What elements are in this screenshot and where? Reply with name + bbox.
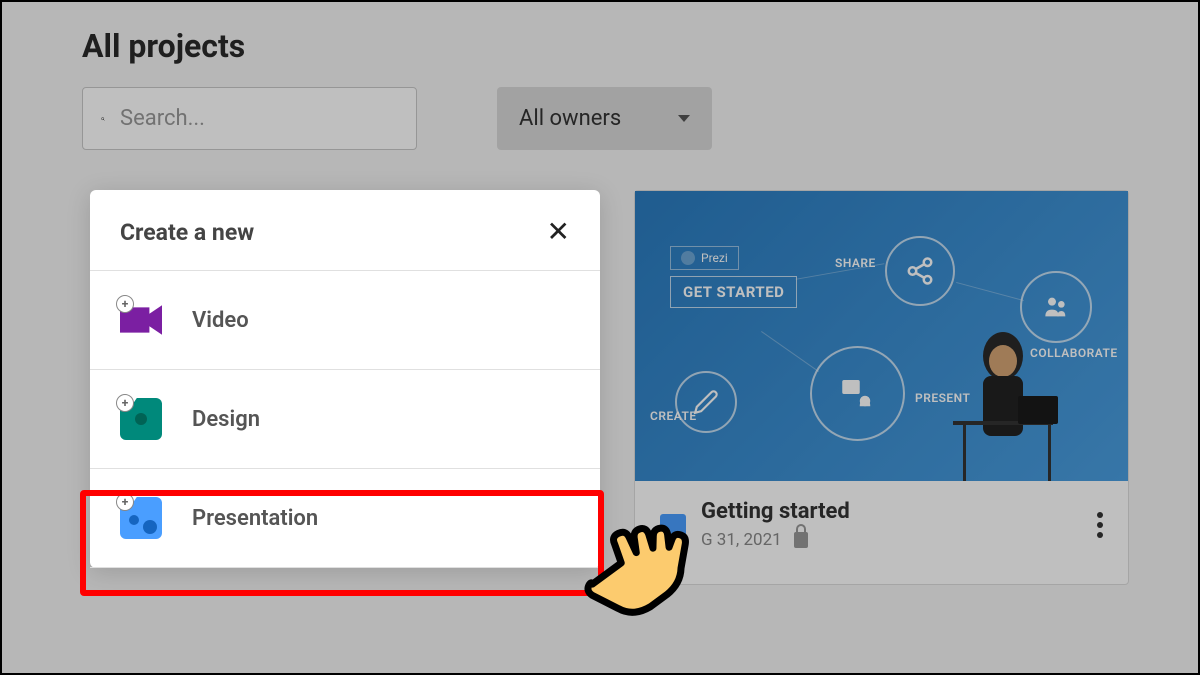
project-thumbnail: Prezi GET STARTED SHARE PRESENT COLLABOR… <box>635 191 1128 481</box>
presentation-file-icon <box>660 514 686 536</box>
presentation-icon: + <box>120 497 162 539</box>
present-circle-icon <box>810 346 905 441</box>
thumbnail-get-started: GET STARTED <box>670 276 797 308</box>
thumbnail-create-label: CREATE <box>650 409 697 423</box>
thumbnail-brand-badge: Prezi <box>670 246 739 270</box>
more-options-button[interactable] <box>1097 512 1103 538</box>
project-title: Getting started <box>701 499 1082 524</box>
modal-item-label: Design <box>192 407 260 432</box>
owners-filter-label: All owners <box>519 106 621 131</box>
modal-item-label: Video <box>192 308 249 333</box>
modal-title: Create a new <box>120 219 254 246</box>
project-card-footer: Getting started G 31, 2021 <box>635 481 1128 568</box>
plus-badge-icon: + <box>116 295 134 313</box>
create-presentation-option[interactable]: + Presentation <box>90 469 600 568</box>
create-circle-icon <box>675 371 737 433</box>
chevron-down-icon <box>678 115 690 122</box>
modal-item-label: Presentation <box>192 506 318 531</box>
plus-badge-icon: + <box>116 493 134 511</box>
close-button[interactable]: ✕ <box>547 218 570 246</box>
owners-filter-dropdown[interactable]: All owners <box>497 87 712 150</box>
project-card[interactable]: Prezi GET STARTED SHARE PRESENT COLLABOR… <box>634 190 1129 585</box>
project-date-row: G 31, 2021 <box>701 530 1082 550</box>
page-title: All projects <box>82 27 245 65</box>
video-icon: + <box>120 299 162 341</box>
create-design-option[interactable]: + Design <box>90 370 600 469</box>
share-circle-icon <box>885 236 955 306</box>
thumbnail-share-label: SHARE <box>835 256 876 270</box>
search-icon <box>101 107 105 131</box>
modal-header: Create a new ✕ <box>90 190 600 271</box>
project-date: G 31, 2021 <box>701 530 782 550</box>
search-input[interactable] <box>120 106 398 131</box>
search-box[interactable] <box>82 87 417 150</box>
design-icon: + <box>120 398 162 440</box>
plus-badge-icon: + <box>116 394 134 412</box>
create-new-modal: Create a new ✕ + Video + Design + Presen… <box>90 190 600 568</box>
thumbnail-person-illustration <box>943 321 1073 481</box>
create-video-option[interactable]: + Video <box>90 271 600 370</box>
lock-icon <box>794 532 808 548</box>
